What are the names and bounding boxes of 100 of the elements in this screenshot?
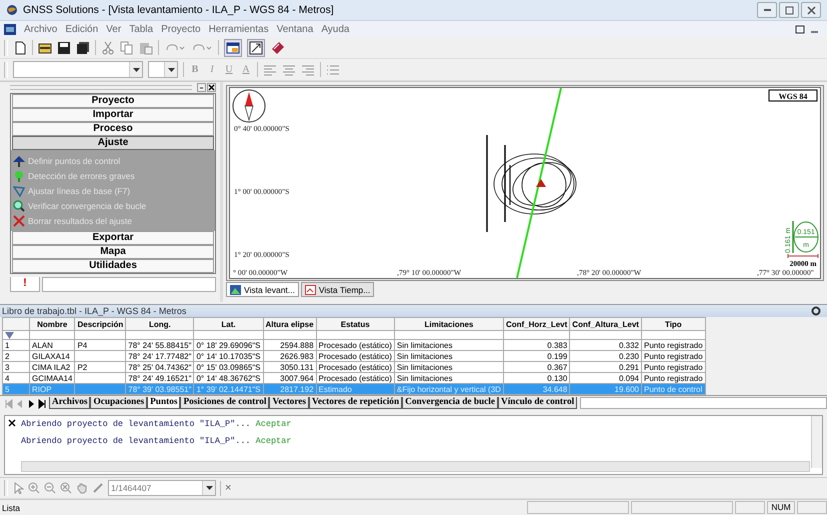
first-sheet-icon[interactable]: [4, 399, 14, 409]
minimize-button[interactable]: [757, 2, 777, 18]
column-header[interactable]: Nombre: [30, 318, 75, 330]
size-dropdown[interactable]: [148, 61, 178, 78]
menu-item[interactable]: Archivo: [24, 24, 58, 34]
menu-item[interactable]: Proyecto: [161, 24, 201, 34]
column-header[interactable]: Conf_Altura_Levt: [570, 318, 642, 330]
task-label: Definir puntos de control: [28, 156, 120, 166]
align-right-icon[interactable]: [301, 64, 315, 76]
sheet-tab[interactable]: Vectores de repetición: [309, 397, 402, 409]
datum-badge: WGS 84: [768, 90, 818, 102]
horizontal-scrollbar[interactable]: [21, 461, 810, 472]
section-header[interactable]: Ajuste: [12, 136, 214, 150]
copy-icon[interactable]: [120, 40, 134, 54]
window-icon[interactable]: [224, 38, 242, 56]
sheet-tab[interactable]: Convergencia de bucle: [402, 397, 498, 409]
map-window-icon[interactable]: [247, 38, 265, 56]
menu-item[interactable]: Herramientas: [208, 24, 269, 34]
table-row[interactable]: 1 ALAN P4 78° 24' 55.88415" 0° 18' 29.69096"S 2594.888 Procesado (estático) Sin limitaciones 0.383 0.332 Punto registrado: [2, 340, 706, 350]
table-row[interactable]: 4 GCIMAA14 78° 24' 49.16521" 0° 14' 48.36762"S 3007.964 Procesado (estático) Sin limitaciones 0.130 0.094 Punto registrado: [2, 372, 706, 384]
menu-item[interactable]: Ventana: [276, 24, 314, 34]
close-button[interactable]: [801, 2, 821, 18]
column-header[interactable]: Lat.: [194, 318, 264, 330]
close-icon[interactable]: [8, 419, 16, 427]
task-label: Detección de errores graves: [28, 170, 135, 180]
sheet-tab[interactable]: Ocupaciones: [90, 397, 148, 409]
status-pane: [797, 501, 827, 514]
sheet-tab[interactable]: Vectores: [269, 397, 310, 409]
survey-point-icon: [13, 154, 25, 166]
app-icon[interactable]: [4, 24, 16, 34]
sheet-tab[interactable]: Archivos: [49, 397, 90, 409]
save-icon[interactable]: [57, 40, 71, 54]
table-cell: 78° 24' 55.88415": [126, 340, 194, 350]
compass-icon: [232, 90, 266, 122]
menu-item[interactable]: Ayuda: [321, 24, 350, 34]
maximize-button[interactable]: [779, 2, 799, 18]
pointer-icon[interactable]: [12, 482, 24, 494]
caret-icon: [132, 68, 140, 72]
menu-item[interactable]: Tabla: [129, 24, 154, 34]
table-cell: 0.230: [570, 350, 642, 362]
row-number: 5: [2, 384, 30, 394]
table-row[interactable]: 3 CIMA ILA2 P2 78° 25' 04.74362" 0° 15' 03.09865"S 3050.131 Procesado (estático) Sin limitaciones 0.367 0.291 Punto registrado: [2, 362, 706, 372]
section-header[interactable]: Importar: [12, 108, 214, 122]
row-number: 2: [2, 350, 30, 362]
column-header[interactable]: Limitaciones: [394, 318, 504, 330]
scale-dropdown[interactable]: 1/1464407: [108, 480, 216, 496]
menu-item[interactable]: Edición: [65, 24, 98, 34]
control-point-icon: [536, 179, 546, 187]
table-cell: 78° 25' 04.74362": [126, 362, 194, 372]
section-header[interactable]: Mapa: [12, 245, 214, 259]
close-icon[interactable]: [207, 83, 216, 92]
status-message: Lista: [2, 502, 21, 512]
column-header[interactable]: Long.: [126, 318, 194, 330]
zoom-out-icon[interactable]: [44, 482, 56, 494]
section-header[interactable]: Utilidades: [12, 259, 214, 273]
book-icon[interactable]: [270, 40, 286, 56]
close-button[interactable]: ×: [225, 482, 232, 494]
table-row[interactable]: 2 GILAXA14 78° 24' 17.77482" 0° 14' 10.17035"S 2626.983 Procesado (estático) Sin limitaciones 0.199 0.230 Punto registrado: [2, 350, 706, 362]
next-sheet-icon[interactable]: [26, 399, 36, 409]
table-cell: Procesado (estático): [316, 350, 394, 362]
table-cell: 19.600: [570, 384, 642, 394]
sheet-tab[interactable]: Puntos: [147, 397, 180, 409]
restore-icon[interactable]: [795, 24, 807, 34]
caret-icon: [206, 486, 212, 490]
table-cell: Estimado: [316, 384, 394, 394]
align-center-icon[interactable]: [282, 64, 296, 76]
open-folder-icon[interactable]: [38, 40, 52, 54]
row-number: 3: [2, 362, 30, 372]
view-tab[interactable]: Vista Tiemp...: [300, 282, 374, 297]
hand-icon[interactable]: [76, 482, 88, 494]
align-left-icon[interactable]: [263, 64, 277, 76]
new-file-icon[interactable]: [13, 40, 27, 54]
last-sheet-icon[interactable]: [37, 399, 47, 409]
task-label: Verificar convergencia de bucle: [28, 200, 146, 210]
save-all-icon[interactable]: [76, 40, 90, 54]
cut-icon[interactable]: [101, 40, 115, 54]
bullet-list-icon[interactable]: [326, 64, 340, 76]
horizontal-scrollbar[interactable]: [580, 397, 827, 409]
section-header[interactable]: Exportar: [12, 231, 214, 245]
column-header[interactable]: Estatus: [316, 318, 394, 330]
zoom-extent-icon[interactable]: [60, 482, 72, 494]
sheet-tab[interactable]: Vínculo de control: [498, 397, 578, 409]
view-tab[interactable]: Vista levant...: [226, 282, 299, 297]
paste-icon[interactable]: [139, 40, 153, 54]
column-header[interactable]: Tipo: [641, 318, 706, 330]
zoom-in-icon[interactable]: [28, 482, 40, 494]
column-header[interactable]: Altura elipse: [263, 318, 316, 330]
vertical-scrollbar[interactable]: [811, 416, 822, 468]
settings-icon[interactable]: [811, 306, 821, 316]
triangle-network-icon: [13, 184, 25, 196]
ruler-icon[interactable]: [92, 482, 104, 494]
column-header[interactable]: Conf_Horz_Levt: [503, 318, 570, 330]
sheet-tab[interactable]: Posiciones de control: [180, 397, 270, 409]
section-header[interactable]: Proceso: [12, 122, 214, 136]
column-header[interactable]: Descripción: [74, 318, 126, 330]
alert-tab[interactable]: !: [10, 277, 40, 292]
table-cell: Procesado (estático): [316, 362, 394, 372]
section-header[interactable]: Proyecto: [12, 94, 214, 108]
menu-item[interactable]: Ver: [106, 24, 122, 34]
font-dropdown[interactable]: [13, 61, 143, 78]
